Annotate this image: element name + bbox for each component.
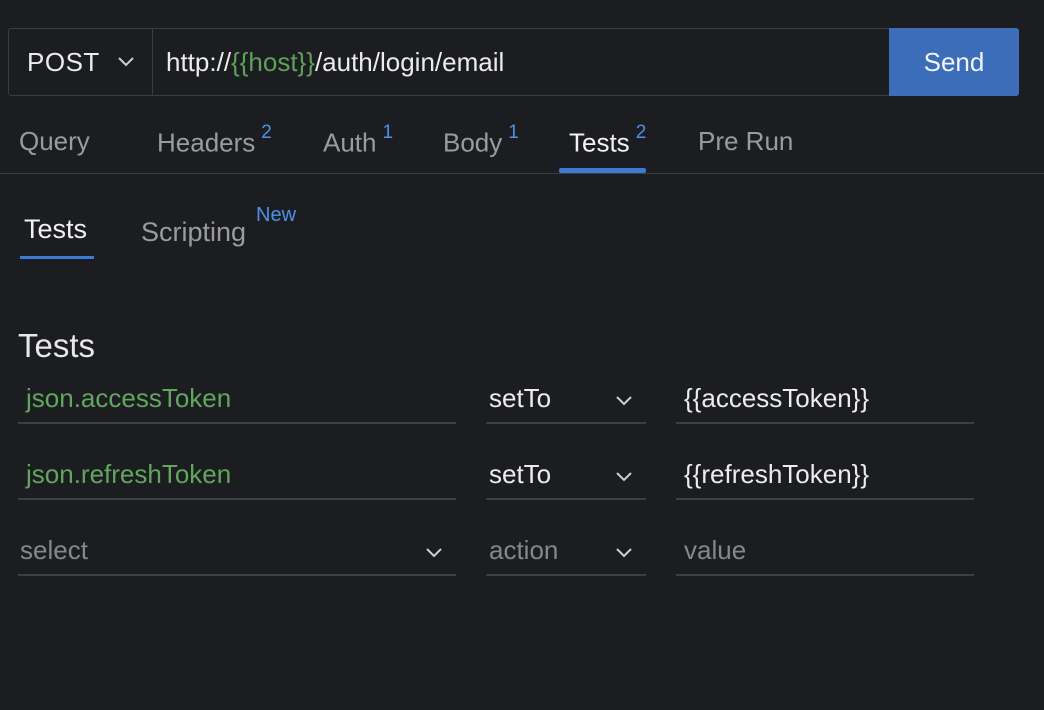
tab-auth[interactable]: Auth 1 (323, 122, 393, 159)
test-selector-field[interactable]: json.accessToken (18, 374, 456, 424)
test-value-text: {{refreshToken}} (684, 458, 870, 489)
chevron-down-icon (616, 396, 632, 406)
active-subtab-indicator (20, 256, 94, 259)
test-selector-field[interactable]: json.refreshToken (18, 450, 456, 500)
test-value-text: {{accessToken}} (684, 382, 870, 413)
tab-body-label: Body (443, 127, 503, 158)
test-action-select[interactable]: setTo (486, 374, 646, 424)
test-selector-value: json.accessToken (26, 382, 232, 413)
tab-query[interactable]: Query (19, 126, 90, 157)
action-placeholder: action (489, 534, 559, 565)
new-test-action-select[interactable]: action (486, 526, 646, 576)
subtab-tests[interactable]: Tests (24, 214, 87, 245)
tab-headers-count: 2 (261, 122, 272, 143)
value-placeholder: value (684, 534, 747, 565)
tab-auth-label: Auth (323, 127, 377, 158)
url-path: /auth/login/email (314, 46, 505, 77)
method-select[interactable]: POST (9, 29, 153, 95)
request-url-bar: POST http://{{host}}/auth/login/email Se… (8, 28, 1019, 96)
url-prefix: http:// (166, 46, 232, 77)
request-tabs: Query Headers 2 Auth 1 Body 1 Tests 2 Pre Ru… (0, 112, 1044, 174)
test-action-value: setTo (489, 382, 552, 413)
tab-headers[interactable]: Headers 2 (157, 122, 272, 159)
chevron-down-icon (426, 548, 442, 558)
url-host-variable: {{host}} (231, 46, 315, 77)
tab-auth-count: 1 (382, 122, 394, 143)
new-badge: New (256, 204, 297, 226)
new-test-selector-select[interactable]: select (18, 526, 456, 576)
tab-query-label: Query (19, 126, 90, 156)
subtab-tests-label: Tests (24, 214, 88, 244)
test-value-field[interactable]: {{accessToken}} (676, 374, 974, 424)
section-title: Tests (18, 327, 96, 365)
tab-tests[interactable]: Tests 2 (569, 122, 646, 159)
selector-placeholder: select (20, 534, 88, 565)
subtab-scripting[interactable]: Scripting New (141, 204, 296, 248)
test-value-field[interactable]: {{refreshToken}} (676, 450, 974, 500)
test-selector-value: json.refreshToken (26, 458, 232, 489)
method-label: POST (27, 46, 100, 77)
tab-headers-label: Headers (157, 127, 256, 158)
chevron-down-icon (616, 548, 632, 558)
tab-body-count: 1 (508, 122, 519, 143)
tab-pre-run[interactable]: Pre Run (698, 126, 793, 157)
chevron-down-icon (616, 472, 632, 482)
new-test-value-field[interactable]: value (676, 526, 974, 576)
tab-tests-label: Tests (569, 127, 630, 158)
subtab-scripting-label: Scripting (141, 217, 247, 247)
chevron-down-icon (118, 57, 134, 67)
tab-pre-run-label: Pre Run (698, 126, 794, 156)
tab-tests-count: 2 (635, 122, 647, 143)
send-button[interactable]: Send (889, 28, 1019, 96)
test-action-value: setTo (489, 458, 552, 489)
url-input[interactable]: http://{{host}}/auth/login/email (153, 29, 889, 95)
tab-body[interactable]: Body 1 (443, 122, 519, 159)
active-tab-indicator (559, 168, 646, 173)
test-action-select[interactable]: setTo (486, 450, 646, 500)
